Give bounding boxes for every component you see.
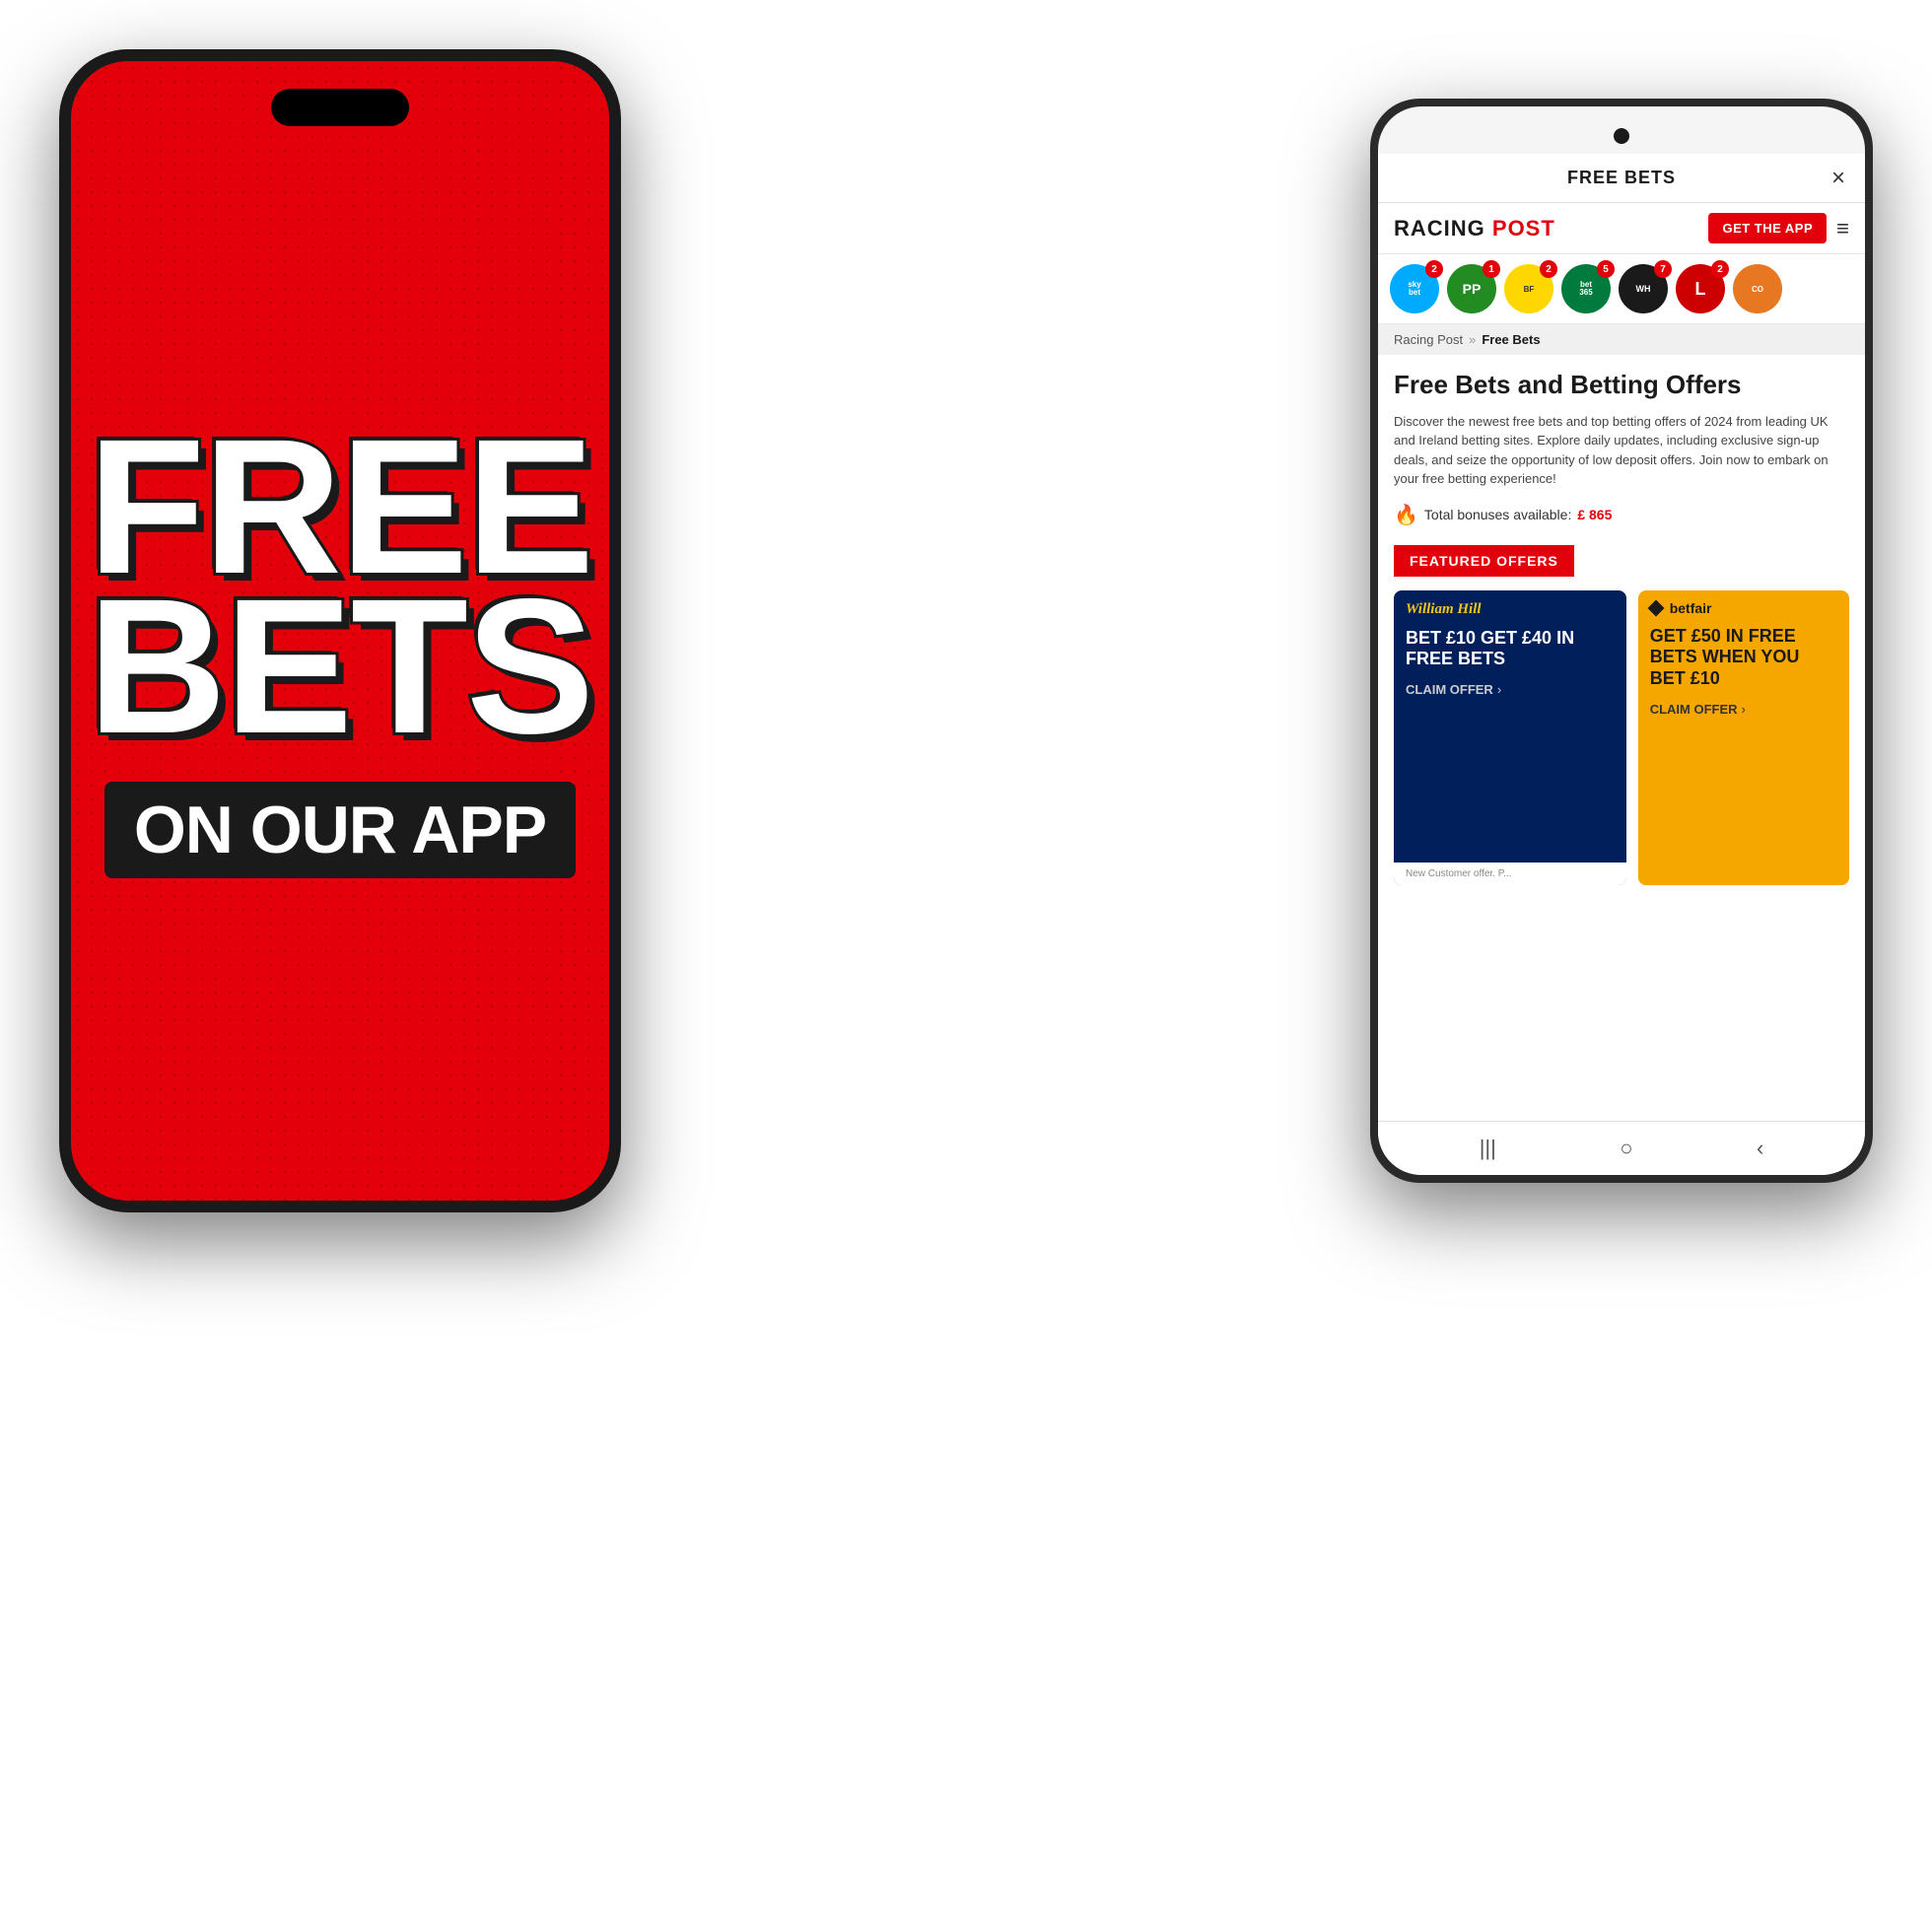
breadcrumb-current: Free Bets (1482, 332, 1540, 347)
get-app-button[interactable]: GET THE APP (1708, 213, 1827, 243)
betfair-diamond-icon (1647, 599, 1664, 616)
nav-back-icon[interactable]: ‹ (1757, 1136, 1763, 1161)
betfair-logo-bar: betfair (1638, 590, 1849, 622)
nav-bar: RACING POST GET THE APP ≡ (1378, 203, 1865, 254)
offers-row: William Hill BET £10 GET £40 IN FREE BET… (1394, 590, 1849, 885)
brand-post: POST (1492, 216, 1555, 241)
bookie-row: skybet 2 PP 1 BF 2 bet365 5 (1378, 254, 1865, 324)
bottom-nav: ||| ○ ‹ (1378, 1121, 1865, 1175)
betfair-claim-bar[interactable]: CLAIM OFFER › (1638, 694, 1849, 724)
breadcrumb-separator: » (1469, 332, 1476, 347)
fire-icon: 🔥 (1394, 503, 1418, 527)
williamhill-logo: William Hill (1406, 601, 1482, 617)
nav-right: GET THE APP ≡ (1708, 213, 1849, 243)
page-heading: Free Bets and Betting Offers (1394, 371, 1849, 400)
promo-line2: BETS (88, 583, 592, 752)
modal-title: FREE BETS (1567, 168, 1676, 188)
scene: FREE BETS ON OUR APP FREE BETS × RACING … (0, 0, 1932, 1932)
phone-content: FREE BETS × RACING POST GET THE APP ≡ (1378, 154, 1865, 1175)
promo-text-container: FREE BETS ON OUR APP (71, 403, 609, 897)
bookie-betfair[interactable]: BF 2 (1504, 264, 1553, 313)
camera-icon (1614, 128, 1629, 144)
bonus-line: 🔥 Total bonuses available: £ 865 (1394, 503, 1849, 527)
whill-offer-title: BET £10 GET £40 IN FREE BETS (1394, 624, 1626, 674)
main-content: Free Bets and Betting Offers Discover th… (1378, 355, 1865, 1121)
bookie-williamhill[interactable]: WH 7 (1619, 264, 1668, 313)
bookie-paddypower[interactable]: PP 1 (1447, 264, 1496, 313)
bookie-l[interactable]: L 2 (1676, 264, 1725, 313)
breadcrumb-link[interactable]: Racing Post (1394, 332, 1463, 347)
nav-home-icon[interactable]: ○ (1620, 1136, 1632, 1161)
modal-header: FREE BETS × (1378, 154, 1865, 203)
featured-header: FEATURED OFFERS (1394, 545, 1574, 577)
bonus-label: Total bonuses available: (1424, 507, 1571, 522)
bookie-skybet[interactable]: skybet 2 (1390, 264, 1439, 313)
promo-line3: ON OUR APP (104, 782, 576, 878)
close-icon[interactable]: × (1831, 165, 1845, 192)
offer-card-betfair[interactable]: betfair GET £50 IN FREE BETS WHEN YOU BE… (1638, 590, 1849, 885)
betfair-logo: betfair (1670, 600, 1712, 616)
whill-chevron-icon: › (1497, 682, 1501, 697)
nav-lines-icon[interactable]: ||| (1480, 1136, 1496, 1161)
betfair-claim-text: CLAIM OFFER (1650, 702, 1738, 717)
whill-claim-bar[interactable]: CLAIM OFFER › (1394, 674, 1626, 705)
offer-card-williamhill[interactable]: William Hill BET £10 GET £40 IN FREE BET… (1394, 590, 1626, 885)
brand-logo[interactable]: RACING POST (1394, 216, 1555, 242)
betfair-image (1638, 724, 1849, 885)
bonus-amount: £ 865 (1577, 507, 1612, 522)
hamburger-icon[interactable]: ≡ (1836, 216, 1849, 242)
whill-image (1394, 705, 1626, 862)
bookie-coral[interactable]: CO (1733, 264, 1782, 313)
dynamic-island (271, 89, 409, 126)
whill-claim-text: CLAIM OFFER (1406, 682, 1493, 697)
bookie-bet365[interactable]: bet365 5 (1561, 264, 1611, 313)
page-description: Discover the newest free bets and top be… (1394, 412, 1849, 489)
right-phone: FREE BETS × RACING POST GET THE APP ≡ (1370, 99, 1873, 1183)
betfair-offer-title: GET £50 IN FREE BETS WHEN YOU BET £10 (1638, 622, 1849, 694)
left-phone: FREE BETS ON OUR APP (59, 49, 621, 1212)
breadcrumb: Racing Post » Free Bets (1378, 324, 1865, 355)
whill-footer: New Customer offer. P... (1394, 862, 1626, 885)
betfair-chevron-icon: › (1742, 702, 1746, 717)
right-phone-screen: FREE BETS × RACING POST GET THE APP ≡ (1378, 106, 1865, 1175)
whill-logo-bar: William Hill (1394, 590, 1626, 624)
left-phone-screen: FREE BETS ON OUR APP (71, 61, 609, 1201)
